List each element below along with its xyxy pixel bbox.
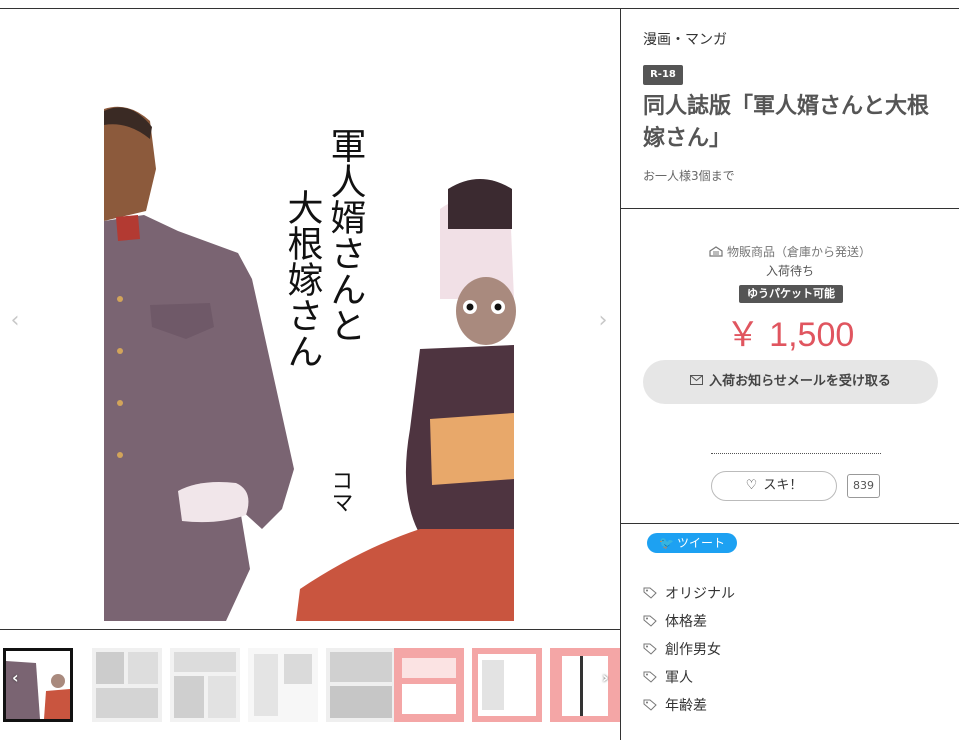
tag-item[interactable]: 体格差 <box>643 608 735 636</box>
product-price: ￥ 1,500 <box>725 316 855 354</box>
heart-icon: ♡ <box>745 478 758 493</box>
thumbnail-info-page <box>550 648 620 722</box>
tag-icon <box>643 615 657 627</box>
rating-badge: R-18 <box>643 65 683 85</box>
like-button[interactable]: ♡ スキ！ <box>711 471 837 501</box>
product-title: 同人誌版「軍人婿さんと大根嫁さん」 <box>643 94 930 151</box>
thumbnail-info-page <box>394 648 464 722</box>
like-label: スキ！ <box>763 478 803 493</box>
tag-item[interactable]: 年齢差 <box>643 692 735 720</box>
shipping-type: 物販商品（倉庫から発送） <box>621 243 959 260</box>
stock-status: 入荷待ち <box>765 264 814 278</box>
thumbnails-next-icon[interactable]: › <box>602 668 609 687</box>
tweet-button[interactable]: 🐦 ツイート <box>647 533 737 553</box>
thumbnail-3[interactable] <box>170 648 240 722</box>
next-image-arrow[interactable]: › <box>593 309 613 333</box>
image-gallery: 軍人婿さんと 大根嫁さん コマ ‹ › ‹ › <box>0 8 621 740</box>
thumbnail-4[interactable] <box>248 648 318 722</box>
tag-icon <box>643 587 657 599</box>
tag-icon <box>643 699 657 711</box>
main-product-image[interactable]: 軍人婿さんと 大根嫁さん コマ ‹ › <box>0 9 620 629</box>
thumbnails-previous-icon[interactable]: ‹ <box>12 668 19 687</box>
thumbnail-2[interactable] <box>92 648 162 722</box>
tag-label: 年齢差 <box>665 698 707 714</box>
shipping-badge: ゆうパケット可能 <box>739 285 843 303</box>
product-category[interactable]: 漫画・マンガ <box>643 29 727 49</box>
previous-image-arrow[interactable]: ‹ <box>5 309 25 333</box>
cover-illustration: 軍人婿さんと 大根嫁さん コマ <box>104 106 516 621</box>
soldier-figure <box>104 106 294 621</box>
tag-label: 軍人 <box>665 670 693 686</box>
tag-icon <box>643 671 657 683</box>
cover-title: 軍人婿さんと 大根嫁さん コマ <box>282 127 366 513</box>
shipping-type-text: 物販商品（倉庫から発送） <box>726 245 871 259</box>
divider <box>711 453 881 454</box>
restock-notify-button[interactable]: 入荷お知らせメールを受け取る <box>643 360 938 404</box>
tag-item[interactable]: 創作男女 <box>643 636 735 664</box>
share-and-tags: 🐦 ツイート オリジナル 体格差 創作男女 軍人 年齢差 <box>621 524 959 740</box>
thumbnail-8[interactable] <box>550 648 620 722</box>
tweet-label: ツイート <box>676 536 725 550</box>
thumbnail-manga-page <box>248 648 318 722</box>
product-page: 軍人婿さんと 大根嫁さん コマ ‹ › ‹ › 漫画・マンガ R-18 同人誌版… <box>0 8 959 740</box>
thumbnail-strip: ‹ › <box>0 629 620 740</box>
restock-notify-label: 入荷お知らせメールを受け取る <box>709 374 891 389</box>
thumbnail-6[interactable] <box>394 648 464 722</box>
thumbnail-manga-page <box>92 648 162 722</box>
thumbnail-5[interactable] <box>326 648 396 722</box>
warehouse-icon <box>709 246 723 257</box>
product-info-panel: 漫画・マンガ R-18 同人誌版「軍人婿さんと大根嫁さん」 お一人様3個まで 物… <box>621 8 959 740</box>
tag-icon <box>643 643 657 655</box>
thumbnail-manga-page <box>326 648 396 722</box>
product-header: 漫画・マンガ R-18 同人誌版「軍人婿さんと大根嫁さん」 お一人様3個まで <box>621 8 959 209</box>
tag-label: 創作男女 <box>665 642 721 658</box>
tag-label: 体格差 <box>665 614 707 630</box>
like-count: 839 <box>847 474 880 498</box>
purchase-section: 物販商品（倉庫から発送） 入荷待ち ゆうパケット可能 ￥ 1,500 入荷お知ら… <box>621 209 959 524</box>
mail-icon <box>690 375 704 385</box>
tag-list: オリジナル 体格差 創作男女 軍人 年齢差 <box>643 580 735 720</box>
thumbnail-manga-page <box>170 648 240 722</box>
tag-item[interactable]: 軍人 <box>643 664 735 692</box>
cover-title-line-2: 大根嫁さん <box>282 189 323 369</box>
cover-title-line-1: 軍人婿さんと <box>325 127 366 343</box>
purchase-limit: お一人様3個まで <box>643 169 735 183</box>
twitter-bird-icon: 🐦 <box>659 536 674 550</box>
thumbnail-7[interactable] <box>472 648 542 722</box>
tag-label: オリジナル <box>665 586 735 602</box>
tag-item[interactable]: オリジナル <box>643 580 735 608</box>
cover-author: コマ <box>328 469 353 513</box>
thumbnail-info-page <box>472 648 542 722</box>
